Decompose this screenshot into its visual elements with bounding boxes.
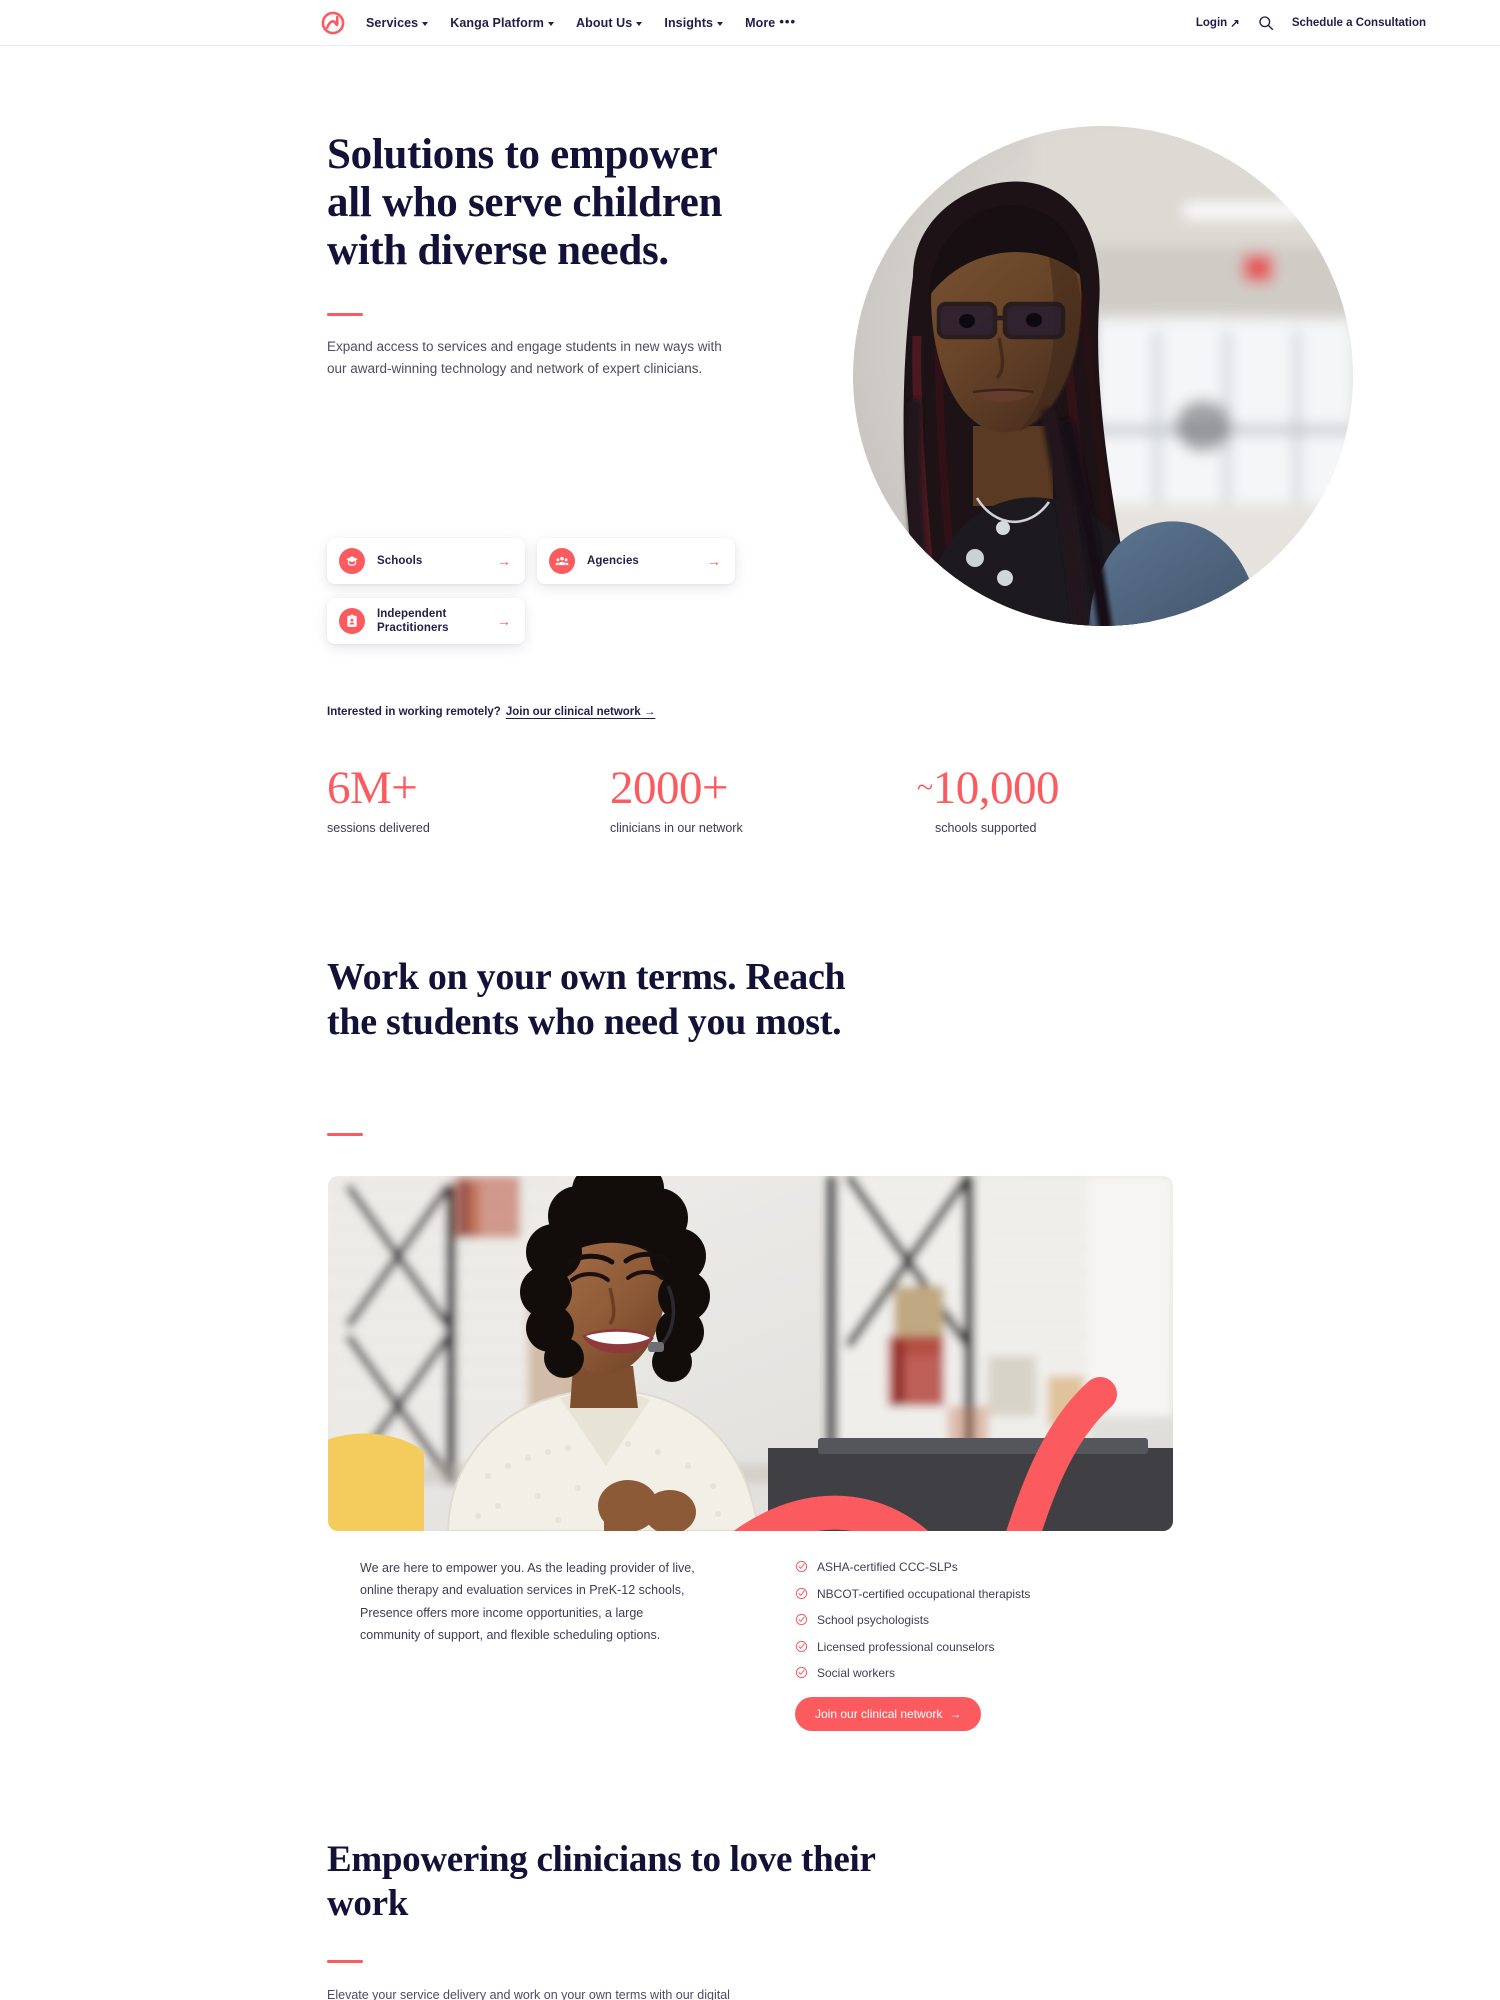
section2-photo bbox=[328, 1176, 1173, 1531]
search-icon[interactable] bbox=[1258, 15, 1274, 31]
arrow-right-icon: → bbox=[707, 553, 721, 569]
nav-right-group: Login ↗ Schedule a Consultation bbox=[1196, 15, 1426, 31]
join-button-label: Join our clinical network bbox=[815, 1707, 943, 1721]
join-link-label: Join our clinical network bbox=[505, 706, 641, 718]
stat-value-group: ~10,000 bbox=[917, 765, 1187, 812]
audience-card-label: Independent Practitioners bbox=[377, 607, 449, 634]
checklist-item: Social workers bbox=[795, 1666, 1125, 1682]
nav-item-label: About Us bbox=[576, 15, 633, 30]
checklist-item: ASHA-certified CCC-SLPs bbox=[795, 1560, 1125, 1576]
arrow-right-icon: → bbox=[949, 1707, 962, 1721]
audience-card-label: Schools bbox=[377, 554, 423, 567]
check-circle-icon bbox=[795, 1560, 808, 1573]
top-navigation-bar: Services Kanga Platform About Us Insight… bbox=[0, 0, 1500, 46]
credentials-checklist: ASHA-certified CCC-SLPs NBCOT-certified … bbox=[795, 1560, 1125, 1693]
section3-title: Empowering clinicians to love their work bbox=[327, 1839, 875, 1925]
chevron-down-icon bbox=[717, 21, 724, 26]
audience-card-agencies[interactable]: Agencies → bbox=[537, 538, 735, 584]
nav-item-label: Kanga Platform bbox=[450, 15, 545, 30]
checklist-label: School psychologists bbox=[817, 1613, 930, 1628]
section2-title: Work on your own terms. Reach the studen… bbox=[327, 956, 846, 1043]
arrow-right-icon: → bbox=[643, 706, 656, 718]
nav-links: Services Kanga Platform About Us Insight… bbox=[366, 14, 797, 30]
checklist-label: Licensed professional counselors bbox=[817, 1639, 995, 1654]
ellipsis-icon: ••• bbox=[779, 14, 797, 29]
stat-label: clinicians in our network bbox=[610, 821, 743, 835]
stat-label: sessions delivered bbox=[327, 821, 430, 835]
checklist-item: School psychologists bbox=[795, 1613, 1125, 1629]
stat-value: 10,000 bbox=[932, 762, 1060, 814]
audience-card-independent-practitioners[interactable]: Independent Practitioners → bbox=[327, 598, 525, 644]
audience-cards: Schools → Agencies → Independent Practit… bbox=[327, 538, 757, 644]
chevron-down-icon bbox=[422, 21, 429, 26]
check-circle-icon bbox=[795, 1587, 808, 1599]
hero-subtitle: Expand access to services and engage stu… bbox=[327, 339, 722, 377]
chevron-down-icon bbox=[548, 21, 555, 26]
nav-item-label: Insights bbox=[664, 15, 714, 30]
presence-logo-icon[interactable] bbox=[320, 10, 346, 36]
hero-section: Solutions to empower all who serve child… bbox=[0, 46, 1500, 718]
nav-item-services[interactable]: Services bbox=[366, 15, 429, 30]
arrow-right-icon: → bbox=[497, 553, 511, 569]
accent-rule bbox=[327, 313, 363, 317]
checklist-label: ASHA-certified CCC-SLPs bbox=[817, 1560, 958, 1574]
approximately-prefix: ~ bbox=[917, 771, 933, 804]
checklist-item: NBCOT-certified occupational therapists bbox=[795, 1587, 1125, 1603]
landing-page: Services Kanga Platform About Us Insight… bbox=[0, 0, 1500, 2000]
stat-clinicians-in-network: 2000+ clinicians in our network bbox=[610, 762, 917, 836]
people-group-icon bbox=[549, 548, 575, 574]
checklist-item: Licensed professional counselors bbox=[795, 1640, 1125, 1656]
nav-item-label: More bbox=[745, 15, 776, 30]
audience-card-row-1: Schools → Agencies → bbox=[327, 538, 757, 584]
section2-body-text: We are here to empower you. As the leadi… bbox=[360, 1561, 695, 1642]
audience-card-schools[interactable]: Schools → bbox=[327, 538, 525, 584]
stat-value: 2000+ bbox=[610, 762, 729, 814]
join-clinical-network-button[interactable]: Join our clinical network → bbox=[795, 1697, 982, 1731]
audience-card-label: Agencies bbox=[587, 554, 639, 567]
nav-item-label: Services bbox=[366, 15, 419, 30]
join-clinical-network-link[interactable]: Join our clinical network → bbox=[506, 706, 656, 718]
accent-rule bbox=[327, 1960, 363, 1963]
hero-portrait-photo bbox=[853, 126, 1353, 626]
hero-title: Solutions to empower all who serve child… bbox=[327, 131, 723, 275]
checklist-label: Social workers bbox=[817, 1666, 896, 1681]
check-circle-icon bbox=[795, 1614, 808, 1626]
chevron-down-icon bbox=[636, 21, 643, 26]
audience-card-row-2: Independent Practitioners → bbox=[327, 584, 757, 644]
stat-value: 6M+ bbox=[327, 762, 418, 814]
remote-work-prompt: Interested in working remotely? Join our… bbox=[327, 706, 655, 718]
schedule-consultation-link[interactable]: Schedule a Consultation bbox=[1292, 17, 1426, 29]
check-circle-icon bbox=[795, 1667, 808, 1679]
stat-sessions-delivered: 6M+ sessions delivered bbox=[327, 762, 610, 836]
checklist-label: NBCOT-certified occupational therapists bbox=[817, 1586, 1031, 1601]
check-circle-icon bbox=[795, 1640, 808, 1652]
accent-rule bbox=[327, 1133, 363, 1136]
login-label: Login bbox=[1195, 16, 1228, 29]
id-badge-icon bbox=[339, 608, 365, 634]
hero-copy-block: Solutions to empower all who serve child… bbox=[327, 131, 747, 380]
nav-item-about-us[interactable]: About Us bbox=[576, 15, 643, 30]
external-link-arrow-icon: ↗ bbox=[1230, 17, 1240, 30]
stats-row: 6M+ sessions delivered 2000+ clinicians … bbox=[327, 762, 1187, 836]
stat-label: schools supported bbox=[935, 821, 1037, 835]
nav-item-kanga-platform[interactable]: Kanga Platform bbox=[450, 15, 555, 30]
nav-item-insights[interactable]: Insights bbox=[664, 15, 724, 30]
graduation-cap-icon bbox=[339, 548, 365, 574]
login-link[interactable]: Login ↗ bbox=[1196, 16, 1240, 30]
nav-item-more[interactable]: More ••• bbox=[745, 14, 797, 30]
stat-schools-supported: ~10,000 schools supported bbox=[917, 765, 1187, 836]
section3-body-text: Elevate your service delivery and work o… bbox=[327, 1988, 730, 2000]
arrow-right-icon: → bbox=[497, 613, 511, 629]
remote-prompt-text: Interested in working remotely? bbox=[327, 706, 501, 718]
